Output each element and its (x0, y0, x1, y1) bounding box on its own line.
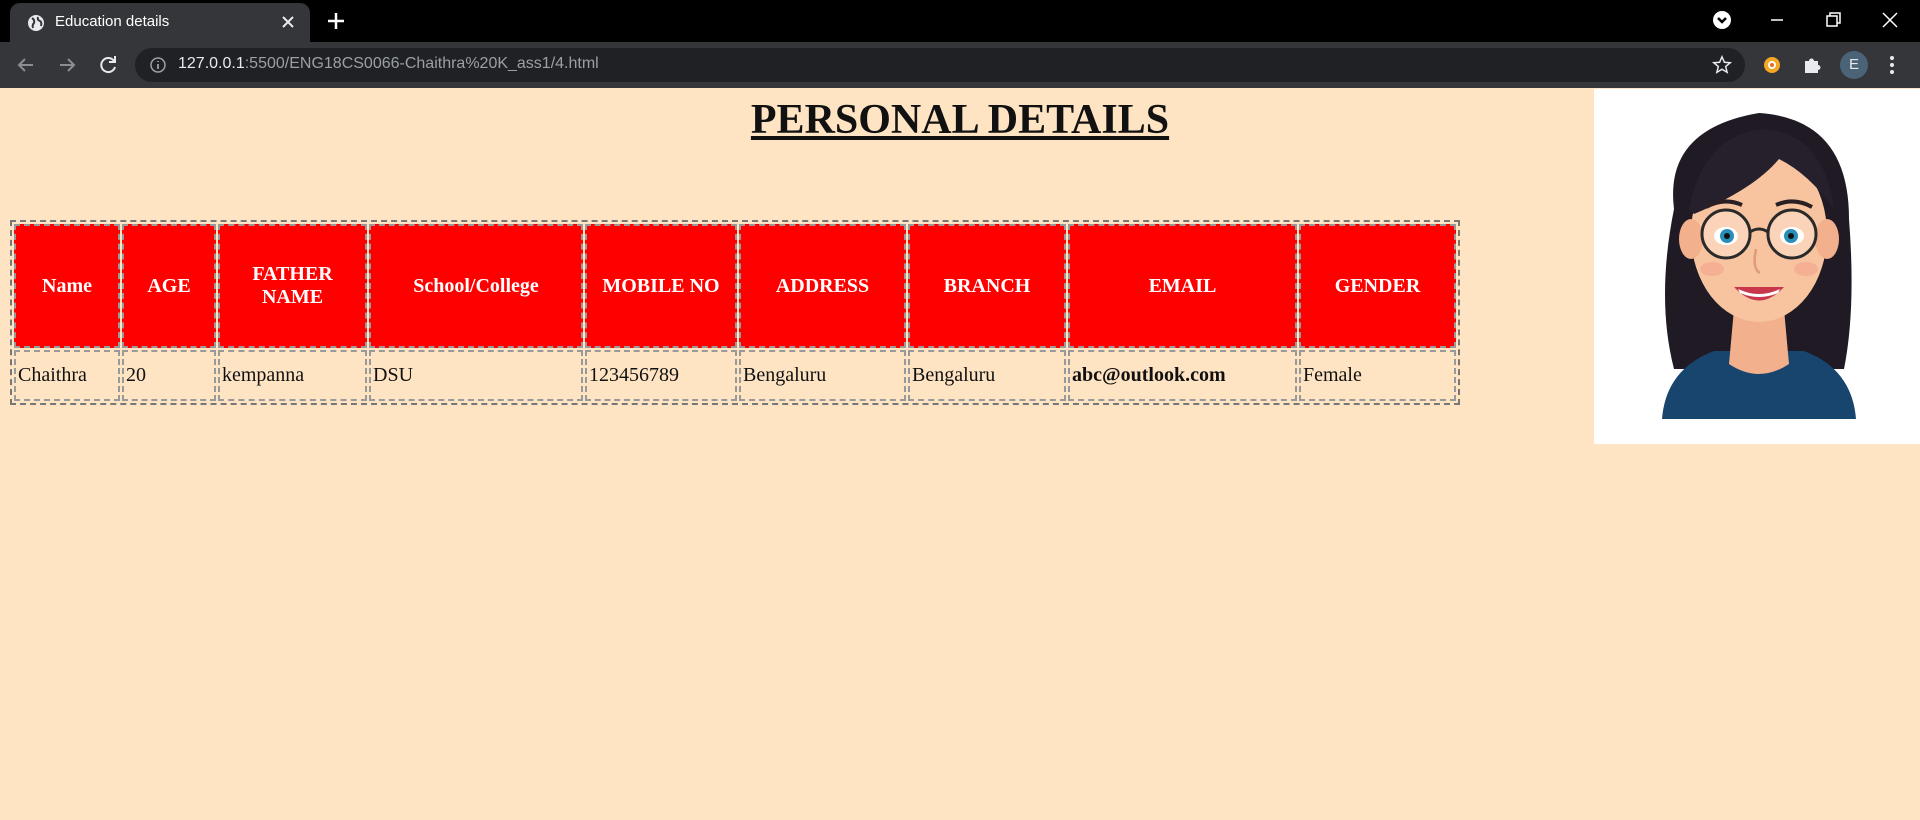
browser-toolbar: 127.0.0.1:5500/ENG18CS0066-Chaithra%20K_… (0, 42, 1920, 88)
table-cell: Bengaluru (739, 350, 906, 401)
column-header: School/College (369, 224, 583, 348)
table-cell: DSU (369, 350, 583, 401)
address-bar[interactable]: 127.0.0.1:5500/ENG18CS0066-Chaithra%20K_… (135, 48, 1745, 82)
table-cell: Chaithra (14, 350, 120, 401)
close-window-icon[interactable] (1878, 8, 1902, 32)
minimize-icon[interactable] (1765, 8, 1789, 32)
table-cell: Female (1299, 350, 1456, 401)
column-header: EMAIL (1068, 224, 1297, 348)
close-icon[interactable] (278, 12, 298, 32)
table-header-row: Name AGE FATHER NAME School/College MOBI… (14, 224, 1456, 348)
column-header: Name (14, 224, 120, 348)
forward-icon[interactable] (55, 53, 79, 77)
restore-icon[interactable] (1821, 8, 1845, 32)
extension-icon[interactable] (1760, 53, 1784, 77)
table-cell: 123456789 (585, 350, 737, 401)
menu-icon[interactable] (1884, 53, 1900, 77)
info-icon[interactable] (149, 56, 167, 74)
back-icon[interactable] (14, 53, 38, 77)
table-cell: abc@outlook.com (1068, 350, 1297, 401)
plus-icon[interactable] (325, 10, 347, 32)
avatar-image (1594, 89, 1920, 444)
tab-bar: Education details (0, 0, 1920, 42)
column-header: AGE (122, 224, 216, 348)
browser-tab[interactable]: Education details (10, 3, 310, 42)
column-header: ADDRESS (739, 224, 906, 348)
star-icon[interactable] (1711, 54, 1733, 76)
puzzle-icon[interactable] (1800, 53, 1824, 77)
tab-search-icon[interactable] (1710, 8, 1734, 32)
table-cell: Bengaluru (908, 350, 1066, 401)
table-cell: 20 (122, 350, 216, 401)
column-header: BRANCH (908, 224, 1066, 348)
column-header: MOBILE NO (585, 224, 737, 348)
personal-details-table: Name AGE FATHER NAME School/College MOBI… (10, 220, 1460, 405)
profile-avatar[interactable]: E (1840, 51, 1868, 79)
reload-icon[interactable] (96, 53, 120, 77)
url-text: 127.0.0.1:5500/ENG18CS0066-Chaithra%20K_… (178, 55, 599, 72)
column-header: GENDER (1299, 224, 1456, 348)
woman-with-glasses-illustration (1662, 113, 1856, 419)
column-header: FATHER NAME (218, 224, 367, 348)
tab-title: Education details (55, 13, 170, 30)
globe-icon (28, 15, 44, 31)
table-row: Chaithra 20 kempanna DSU 123456789 Benga… (14, 350, 1456, 401)
table-cell: kempanna (218, 350, 367, 401)
